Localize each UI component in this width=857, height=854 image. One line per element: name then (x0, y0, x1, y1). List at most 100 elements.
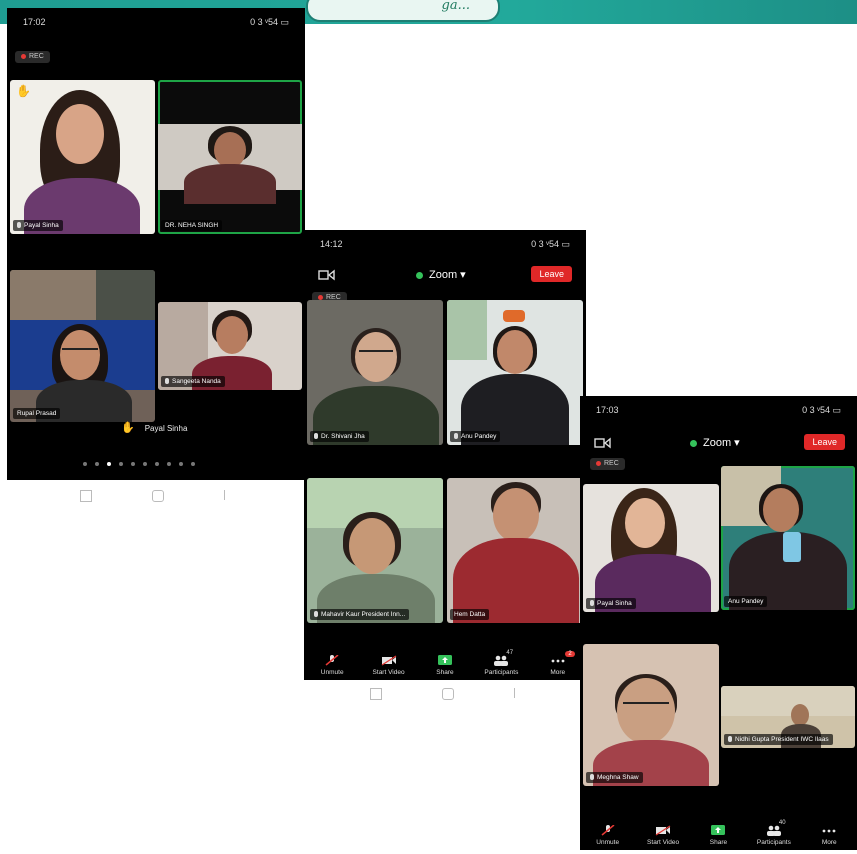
toolbar-participants-button[interactable]: Participants 40 (747, 820, 801, 846)
mic-icon (590, 774, 594, 781)
page-dot[interactable] (131, 462, 135, 466)
recents-icon[interactable] (370, 688, 382, 700)
android-nav-bar (370, 688, 525, 700)
page-dot[interactable] (83, 462, 87, 466)
toolbar-label: Share (436, 669, 454, 676)
status-bar: 17:02 0 3 ᵛ54 ▭ (7, 8, 305, 30)
video-feed (10, 80, 155, 234)
active-speaker-label: ✋ Payal Sinha (121, 422, 188, 434)
participants-icon (494, 655, 509, 666)
status-bar: 17:03 0 3 ᵛ54 ▭ (580, 396, 857, 418)
meeting-toolbar: Unmute Start Video Share Participants 47 More… (304, 636, 586, 680)
page-dot[interactable] (179, 462, 183, 466)
toolbar-label: More (550, 669, 566, 676)
banner-logo: ga... (306, 0, 500, 22)
toolbar-unmute-button[interactable]: Unmute (305, 655, 359, 676)
recents-icon[interactable] (80, 490, 92, 502)
speaker-icon[interactable] (594, 436, 612, 450)
more-icon (551, 659, 565, 663)
toolbar-label: More (821, 839, 837, 846)
participant-name: Rupal Prasad (13, 408, 61, 419)
video-feed (583, 484, 719, 612)
toolbar-more-button[interactable]: More 2 (531, 651, 585, 676)
raised-hand-icon: ✋ (16, 84, 31, 98)
video-tile[interactable]: Hem Datta (447, 478, 583, 623)
page-dot[interactable] (107, 462, 111, 466)
video-feed (307, 300, 443, 445)
video-tile[interactable]: Mahavir Kaur President Inn... (307, 478, 443, 623)
meeting-title[interactable]: Zoom ▾ (690, 436, 740, 449)
page-dot[interactable] (95, 462, 99, 466)
leave-button[interactable]: Leave (804, 434, 845, 450)
toolbar-label: Start Video (372, 669, 405, 676)
toolbar-label: Unmute (596, 839, 620, 846)
video-feed (158, 124, 302, 204)
phone-screenshot-3: 17:03 0 3 ᵛ54 ▭ Zoom ▾ Leave REC Payal S… (580, 396, 857, 850)
status-bar: 14:12 0 3 ᵛ54 ▭ (304, 230, 586, 252)
video-tile[interactable]: Meghna Shaw (583, 644, 719, 786)
toolbar-start-video-button[interactable]: Start Video (362, 655, 416, 676)
page-dot[interactable] (143, 462, 147, 466)
participant-name: DR. NEHA SINGH (161, 220, 223, 231)
mic-muted-icon (601, 825, 615, 836)
video-feed (447, 300, 583, 445)
video-tile[interactable]: Rupal Prasad (10, 270, 155, 422)
toolbar-unmute-button[interactable]: Unmute (581, 825, 635, 846)
participant-name: Dr. Shivani Jha (310, 431, 369, 442)
toolbar-participants-button[interactable]: Participants 47 (474, 650, 528, 676)
toolbar-share-button[interactable]: Share (691, 825, 745, 846)
encryption-shield-icon (416, 271, 423, 279)
participant-name: Mahavir Kaur President Inn... (310, 609, 410, 620)
encryption-shield-icon (690, 439, 697, 447)
home-icon[interactable] (442, 688, 454, 700)
back-icon[interactable] (514, 688, 525, 698)
meeting-title[interactable]: Zoom ▾ (416, 268, 466, 281)
page-dot[interactable] (119, 462, 123, 466)
participant-name: Anu Pandey (450, 431, 501, 442)
participant-name: Nidhi Gupta President IWC Ilaas (724, 734, 833, 745)
more-icon (822, 829, 836, 833)
home-icon[interactable] (152, 490, 164, 502)
page-indicator[interactable] (83, 462, 195, 466)
share-screen-icon (437, 655, 452, 665)
meeting-header: Zoom ▾ Leave (580, 434, 857, 456)
video-off-icon (655, 825, 671, 836)
mic-icon (454, 433, 458, 440)
speaker-icon[interactable] (318, 268, 336, 282)
video-feed (583, 644, 719, 786)
video-feed (447, 478, 583, 623)
leave-button[interactable]: Leave (531, 266, 572, 282)
toolbar-label: Participants (756, 839, 791, 846)
meeting-toolbar: Unmute Start Video Share Participants 40 More (580, 806, 857, 850)
status-icons: 0 3 ᵛ54 ▭ (531, 239, 570, 249)
toolbar-more-button[interactable]: More (802, 825, 856, 846)
mic-icon (590, 600, 594, 607)
video-tile[interactable]: Nidhi Gupta President IWC Ilaas (721, 686, 855, 748)
video-tile[interactable]: Sangeeta Nanda (158, 302, 302, 390)
video-tile[interactable]: Dr. Shivani Jha (307, 300, 443, 445)
toolbar-label: Participants (484, 669, 519, 676)
share-screen-icon (711, 825, 726, 835)
page-dot[interactable] (191, 462, 195, 466)
toolbar-label: Start Video (647, 839, 680, 846)
video-off-icon (381, 655, 396, 666)
status-time: 17:03 (596, 405, 619, 415)
recording-indicator: REC (15, 51, 50, 63)
toolbar-start-video-button[interactable]: Start Video (636, 825, 690, 846)
record-dot-icon (596, 460, 601, 466)
page-dot[interactable] (155, 462, 159, 466)
video-tile-active-speaker[interactable]: Anu Pandey (721, 466, 855, 610)
page-dot[interactable] (167, 462, 171, 466)
toolbar-share-button[interactable]: Share (418, 655, 472, 676)
participant-name: Payal Sinha (586, 598, 636, 609)
video-tile[interactable]: ✋ Payal Sinha (10, 80, 155, 234)
toolbar-label: Share (709, 839, 728, 846)
mic-icon (314, 433, 318, 440)
video-tile[interactable]: Anu Pandey (447, 300, 583, 445)
meeting-header: Zoom ▾ Leave (304, 266, 586, 288)
status-time: 17:02 (23, 17, 46, 27)
participant-name: Anu Pandey (724, 596, 768, 607)
back-icon[interactable] (224, 490, 235, 500)
video-tile-active-speaker[interactable]: DR. NEHA SINGH (158, 80, 302, 234)
video-tile[interactable]: Payal Sinha (583, 484, 719, 612)
